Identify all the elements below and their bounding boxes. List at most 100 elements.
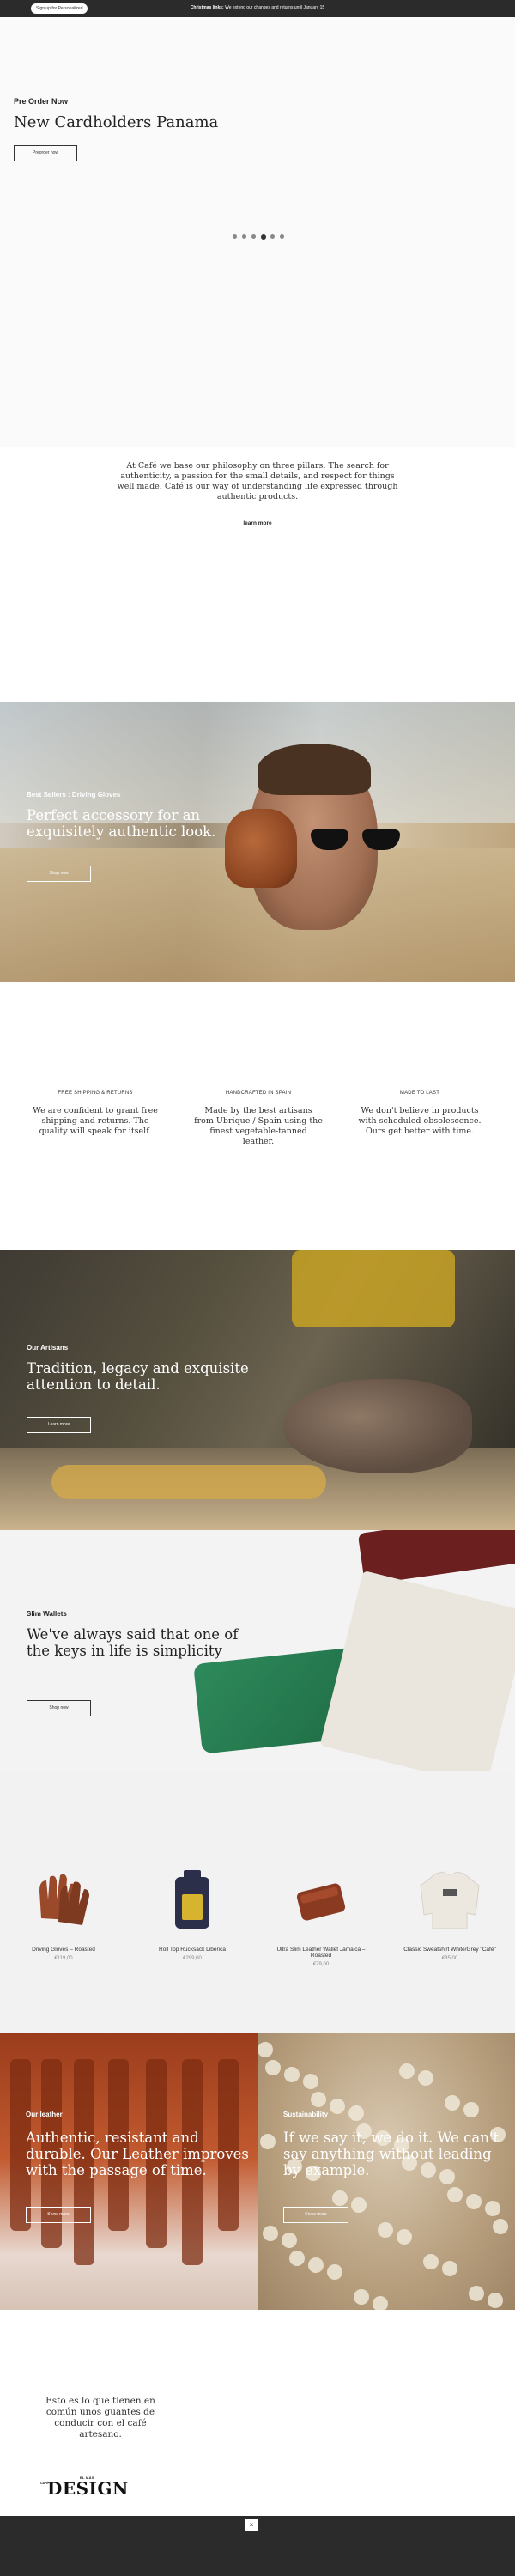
feature-title: MADE TO LAST xyxy=(399,1091,440,1096)
flower-puff-image xyxy=(378,2222,393,2238)
hero-slider: Pre Order Now New Cardholders Panama Pre… xyxy=(0,17,515,447)
driving-headline: Perfect accessory for an exquisitely aut… xyxy=(27,807,216,840)
slider-dot[interactable] xyxy=(233,234,237,239)
product-card[interactable]: Classic Sweatshirt White/Grey "Café" €85… xyxy=(398,1865,501,1961)
flower-puff-image xyxy=(330,2099,345,2114)
flower-puff-image xyxy=(445,2095,460,2111)
driving-kicker: Best Sellers : Driving Gloves xyxy=(27,791,121,799)
flower-puff-image xyxy=(348,2105,364,2121)
artisans-banner: Our Artisans Tradition, legacy and exqui… xyxy=(0,1250,515,1530)
feature-body: We are confident to grant free shipping … xyxy=(33,1106,158,1136)
flower-puff-image xyxy=(289,2251,305,2266)
shop-wallets-button[interactable]: Shop now xyxy=(27,1700,91,1716)
slider-dot[interactable] xyxy=(251,234,256,239)
feature-title: HANDCRAFTED IN SPAIN xyxy=(225,1091,292,1096)
announcement-body: We extend our changes and returns until … xyxy=(225,5,325,10)
product-price: €299,00 xyxy=(183,1956,202,1961)
announcement-bold: Christmas links: xyxy=(190,5,224,10)
leather-know-more-button[interactable]: Know more xyxy=(26,2207,91,2223)
product-name: Roll Top Rucksack Libérica xyxy=(159,1947,226,1953)
glove-image xyxy=(225,809,297,888)
preorder-button[interactable]: Preorder now xyxy=(14,145,77,161)
sustainability-kicker: Sustainability xyxy=(283,2111,329,2118)
flower-puff-image xyxy=(418,2070,433,2086)
hero-title: New Cardholders Panama xyxy=(14,113,219,131)
leather-pieces-image xyxy=(52,1465,326,1499)
artisans-headline: Tradition, legacy and exquisite attentio… xyxy=(27,1360,249,1393)
slider-dot[interactable] xyxy=(270,234,275,239)
slider-dot[interactable] xyxy=(261,234,266,240)
product-price: €85,00 xyxy=(441,1956,458,1961)
design-logo: EL MÁS CAFÉ DESIGN xyxy=(40,2476,143,2501)
leather-banner: Our leather Authentic, resistant and dur… xyxy=(0,2033,258,2310)
flower-puff-image xyxy=(351,2197,367,2213)
product-card[interactable]: Ultra Slim Leather Wallet Jamaica – Roas… xyxy=(270,1865,373,1967)
leather-kicker: Our leather xyxy=(26,2111,63,2118)
product-name: Ultra Slim Leather Wallet Jamaica – Roas… xyxy=(276,1947,366,1959)
flower-puff-image xyxy=(263,2226,278,2241)
flower-puff-image xyxy=(332,2190,348,2206)
features-section: FREE SHIPPING & RETURNS We are confident… xyxy=(0,982,515,1250)
slim-wallet-image xyxy=(296,1883,346,1921)
feature-body: We don't believe in products with schedu… xyxy=(358,1106,482,1136)
flower-puff-image xyxy=(284,2067,300,2082)
leather-headline: Authentic, resistant and durable. Our Le… xyxy=(26,2129,249,2178)
sustainability-know-more-button[interactable]: Know more xyxy=(283,2207,348,2223)
product-grid: Driving Gloves – Roasted €119,00 Roll To… xyxy=(0,1771,515,2033)
feature-made-to-last: MADE TO LAST We don't believe in product… xyxy=(355,1091,484,1137)
flower-puff-image xyxy=(466,2194,482,2209)
feature-title: FREE SHIPPING & RETURNS xyxy=(58,1091,133,1096)
logo-side-text: CAFÉ xyxy=(40,2482,49,2485)
artisans-learn-button[interactable]: Learn more xyxy=(27,1417,91,1433)
footer: × · xyxy=(0,2516,515,2576)
learn-more-link[interactable]: learn more xyxy=(0,520,515,526)
yellow-background-image xyxy=(292,1250,455,1327)
flower-puff-image xyxy=(399,2063,415,2079)
philosophy-text: At Café we base our philosophy on three … xyxy=(117,461,398,501)
flower-puff-image xyxy=(442,2261,457,2276)
flower-puff-image xyxy=(485,2201,500,2216)
close-icon[interactable]: × xyxy=(245,2519,258,2531)
flower-puff-image xyxy=(469,2286,484,2301)
flower-puff-image xyxy=(265,2060,281,2075)
product-price: €119,00 xyxy=(54,1956,73,1961)
feature-shipping: FREE SHIPPING & RETURNS We are confident… xyxy=(31,1091,160,1137)
feature-handcrafted: HANDCRAFTED IN SPAIN Made by the best ar… xyxy=(194,1091,323,1147)
flower-puff-image xyxy=(488,2293,503,2308)
logo-big-text: DESIGN xyxy=(47,2478,129,2499)
sustainability-banner: Sustainability If we say it, we do it. W… xyxy=(258,2033,515,2310)
flower-puff-image xyxy=(327,2264,342,2280)
flower-puff-image xyxy=(464,2102,479,2117)
flower-puff-image xyxy=(258,2042,273,2057)
flower-puff-image xyxy=(308,2257,324,2273)
artisan-hand-image xyxy=(283,1379,472,1473)
flower-puff-image xyxy=(311,2092,326,2107)
flower-puff-image xyxy=(282,2233,297,2248)
brand-quote: Esto es lo que tienen en común unos guan… xyxy=(45,2396,155,2439)
product-name: Classic Sweatshirt White/Grey "Café" xyxy=(403,1947,496,1953)
feature-body: Made by the best artisans from Ubrique /… xyxy=(194,1106,323,1146)
flower-puff-image xyxy=(354,2289,369,2305)
product-card[interactable]: Driving Gloves – Roasted €119,00 xyxy=(12,1865,115,1961)
announcement-text: Christmas links: We extend our changes a… xyxy=(0,5,515,10)
packaging-card-image xyxy=(319,1570,515,1771)
artisans-kicker: Our Artisans xyxy=(27,1344,69,1352)
flower-puff-image xyxy=(373,2296,388,2310)
model-hair-image xyxy=(258,744,371,795)
product-name: Driving Gloves – Roasted xyxy=(32,1947,95,1953)
flower-puff-image xyxy=(493,2219,508,2234)
product-card[interactable]: Roll Top Rucksack Libérica €299,00 xyxy=(141,1865,244,1961)
flower-puff-image xyxy=(397,2229,412,2245)
slider-dot[interactable] xyxy=(242,234,246,239)
hero-kicker: Pre Order Now xyxy=(14,97,69,106)
product-price: €79,00 xyxy=(312,1962,330,1967)
footer-mark: · xyxy=(472,2547,474,2551)
slider-dot[interactable] xyxy=(280,234,284,239)
flower-puff-image xyxy=(447,2187,463,2202)
slim-wallets-banner: Slim Wallets We've always said that one … xyxy=(0,1530,515,1771)
shop-driving-button[interactable]: Shop now xyxy=(27,866,91,882)
driving-gloves-image xyxy=(39,1874,89,1925)
wallets-headline: We've always said that one of the keys i… xyxy=(27,1626,239,1659)
sustainability-headline: If we say it, we do it. We can't say any… xyxy=(283,2129,500,2178)
announcement-bar: Sign up for Personalized Christmas links… xyxy=(0,0,515,17)
